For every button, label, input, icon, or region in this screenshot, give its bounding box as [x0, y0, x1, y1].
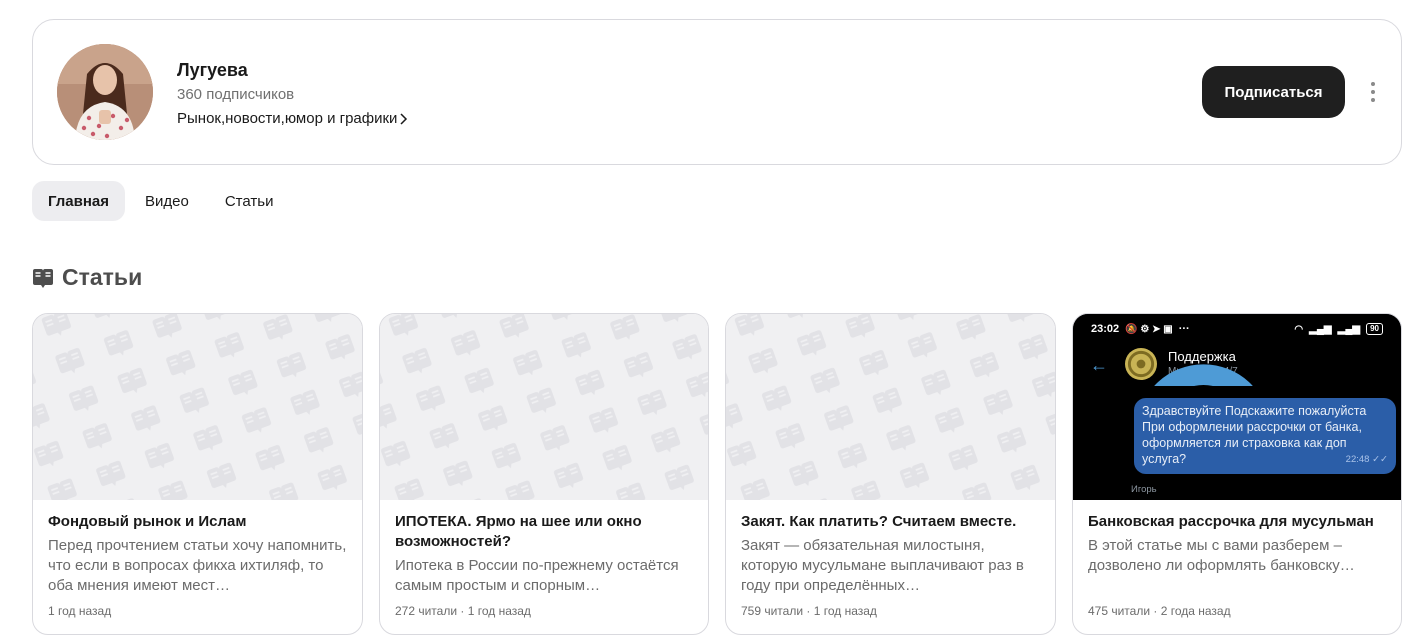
battery-icon: 90: [1366, 323, 1383, 335]
article-title: Закят. Как платить? Считаем вместе.: [741, 513, 1017, 530]
subscriber-count: 360 подписчиков: [177, 86, 295, 103]
signal-icon: ▂▄▆: [1337, 323, 1361, 335]
channel-header-card: Лугуева 360 подписчиков Рынок,новости,юм…: [32, 19, 1402, 165]
tab-articles[interactable]: Статьи: [209, 181, 290, 221]
article-meta: 475 читали · 2 года назад: [1088, 604, 1231, 618]
article-placeholder-image: [726, 314, 1055, 500]
tab-video[interactable]: Видео: [129, 181, 205, 221]
status-more: ···: [1178, 323, 1190, 335]
avatar-image: [57, 44, 153, 140]
article-thumbnail-chat-screenshot: 23:02 🔕 ⚙ ➤ ▣ ··· ◠ ▂▄▆ ▂▄▆ 90 ← Поддерж…: [1073, 314, 1401, 500]
wifi-icon: ◠: [1294, 323, 1304, 335]
article-title: Фондовый рынок и Ислам: [48, 513, 247, 530]
article-card[interactable]: Фондовый рынок и Ислам Перед прочтением …: [32, 313, 363, 635]
channel-description: Рынок,новости,юмор и графики: [177, 110, 398, 127]
article-title: ИПОТЕКА. Ярмо на шее или окно возможност…: [395, 513, 642, 550]
channel-tabs: Главная Видео Статьи: [32, 181, 289, 221]
article-snippet: Перед прочтением статьи хочу напомнить, …: [48, 537, 347, 594]
article-snippet: Закят — обязательная милостыня, которую …: [741, 537, 1024, 594]
article-placeholder-image: [33, 314, 362, 500]
channel-name: Лугуева: [177, 60, 248, 80]
articles-section-header: Статьи: [32, 264, 142, 291]
article-card[interactable]: 23:02 🔕 ⚙ ➤ ▣ ··· ◠ ▂▄▆ ▂▄▆ 90 ← Поддерж…: [1072, 313, 1402, 635]
article-title: Банковская рассрочка для мусульман: [1088, 513, 1374, 530]
article-meta: 1 год назад: [48, 604, 112, 618]
more-options-icon[interactable]: [1363, 80, 1383, 104]
article-snippet: Ипотека в России по-прежнему остаётся са…: [395, 557, 679, 594]
section-title: Статьи: [62, 264, 143, 290]
message-sender: Игорь: [1131, 484, 1157, 495]
message-time: 22:48 ✓✓: [1345, 454, 1388, 465]
article-card[interactable]: Закят. Как платить? Считаем вместе. Закя…: [725, 313, 1056, 635]
tab-main[interactable]: Главная: [32, 181, 126, 221]
article-card[interactable]: ИПОТЕКА. Ярмо на шее или окно возможност…: [379, 313, 709, 635]
article-meta: 759 читали · 1 год назад: [741, 604, 877, 618]
phone-status-bar: 23:02 🔕 ⚙ ➤ ▣ ··· ◠ ▂▄▆ ▂▄▆ 90: [1073, 314, 1401, 344]
status-time: 23:02: [1091, 323, 1120, 335]
status-icons: 🔕 ⚙ ➤ ▣: [1125, 323, 1173, 335]
article-snippet: В этой статье мы с вами разберем – дозво…: [1088, 537, 1355, 574]
chat-message: Здравствуйте Подскажите пожалуйста При о…: [1142, 404, 1367, 466]
chevron-right-icon: [400, 112, 408, 125]
channel-description-link[interactable]: Рынок,новости,юмор и графики: [177, 110, 408, 127]
channel-avatar[interactable]: [57, 44, 153, 140]
subscribe-button[interactable]: Подписаться: [1202, 66, 1345, 118]
article-placeholder-image: [380, 314, 708, 500]
signal-icon: ▂▄▆: [1309, 323, 1332, 335]
chat-message-bubble: Здравствуйте Подскажите пожалуйста При о…: [1134, 398, 1396, 474]
article-meta: 272 читали · 1 год назад: [395, 604, 531, 618]
articles-icon: [33, 268, 53, 288]
